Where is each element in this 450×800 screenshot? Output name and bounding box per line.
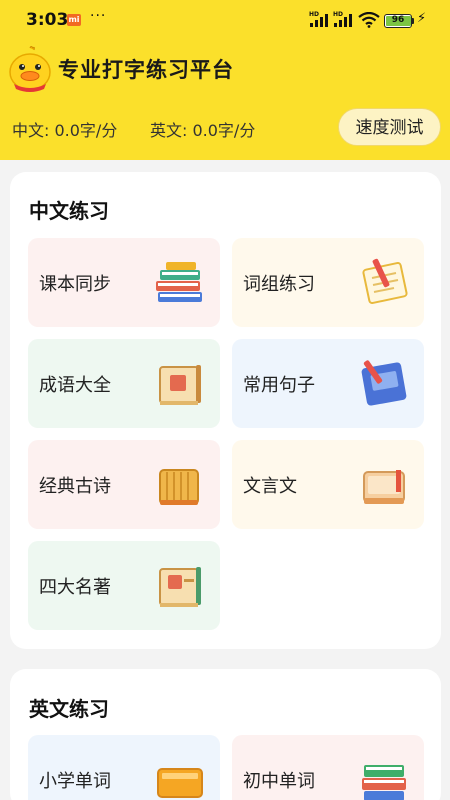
blue-notebook-icon <box>361 360 407 406</box>
tile-label: 词组练习 <box>243 274 315 295</box>
tile-label: 四大名著 <box>39 577 111 598</box>
duck-logo-icon <box>9 46 51 92</box>
classic-book-icon <box>363 470 405 504</box>
masterpiece-book-icon <box>159 567 201 607</box>
book-stack-icon <box>156 262 202 302</box>
signal-icon-2 <box>334 14 352 27</box>
status-time: 3:03 <box>26 10 69 30</box>
wifi-icon <box>358 12 380 28</box>
bamboo-book-icon <box>159 469 199 505</box>
tile-label: 小学单词 <box>39 771 111 792</box>
charging-icon: ⚡ <box>417 11 427 26</box>
more-notifications-icon: ··· <box>90 8 107 24</box>
speed-test-button[interactable]: 速度测试 <box>338 108 441 146</box>
scroll-book-icon <box>159 365 201 405</box>
tile-idioms[interactable]: 成语大全 <box>28 339 220 428</box>
english-practice-card: 英文练习 小学单词 初中单词 <box>10 669 441 800</box>
chinese-speed-stat: 中文: 0.0字/分 <box>12 121 118 140</box>
tile-common-sentences[interactable]: 常用句子 <box>232 339 424 428</box>
carrier-badge: mi <box>67 14 81 26</box>
tile-label: 常用句子 <box>243 375 315 396</box>
tile-label: 经典古诗 <box>39 476 111 497</box>
tile-classic-poems[interactable]: 经典古诗 <box>28 440 220 529</box>
tile-textbook-sync[interactable]: 课本同步 <box>28 238 220 327</box>
signal-icon <box>310 14 328 27</box>
chinese-practice-card: 中文练习 课本同步 词组练习 成语大全 常用句子 经典古诗 文言文 四大名著 <box>10 172 441 649</box>
battery-icon: 96 <box>384 14 412 28</box>
status-bar: 3:03 mi ··· HD HD 96 ⚡ <box>0 0 450 40</box>
tile-middle-school-words[interactable]: 初中单词 <box>232 735 424 800</box>
tile-label: 课本同步 <box>39 274 111 295</box>
tile-label: 文言文 <box>243 476 297 497</box>
notepad-pencil-icon <box>362 258 408 305</box>
orange-book-icon <box>157 768 203 798</box>
english-speed-stat: 英文: 0.0字/分 <box>150 121 256 140</box>
app-header: 3:03 mi ··· HD HD 96 ⚡ 专业打字练习平台 中文: 0.0字… <box>0 0 450 160</box>
tile-four-classics[interactable]: 四大名著 <box>28 541 220 630</box>
chinese-section-title: 中文练习 <box>29 199 109 223</box>
tile-classical-chinese[interactable]: 文言文 <box>232 440 424 529</box>
tile-phrase-practice[interactable]: 词组练习 <box>232 238 424 327</box>
green-book-stack-icon <box>362 765 406 800</box>
tile-primary-words[interactable]: 小学单词 <box>28 735 220 800</box>
tile-label: 初中单词 <box>243 771 315 792</box>
english-section-title: 英文练习 <box>29 697 109 721</box>
app-title: 专业打字练习平台 <box>58 58 234 82</box>
battery-percent: 96 <box>391 15 405 25</box>
tile-label: 成语大全 <box>39 375 111 396</box>
battery-tip <box>412 18 414 24</box>
